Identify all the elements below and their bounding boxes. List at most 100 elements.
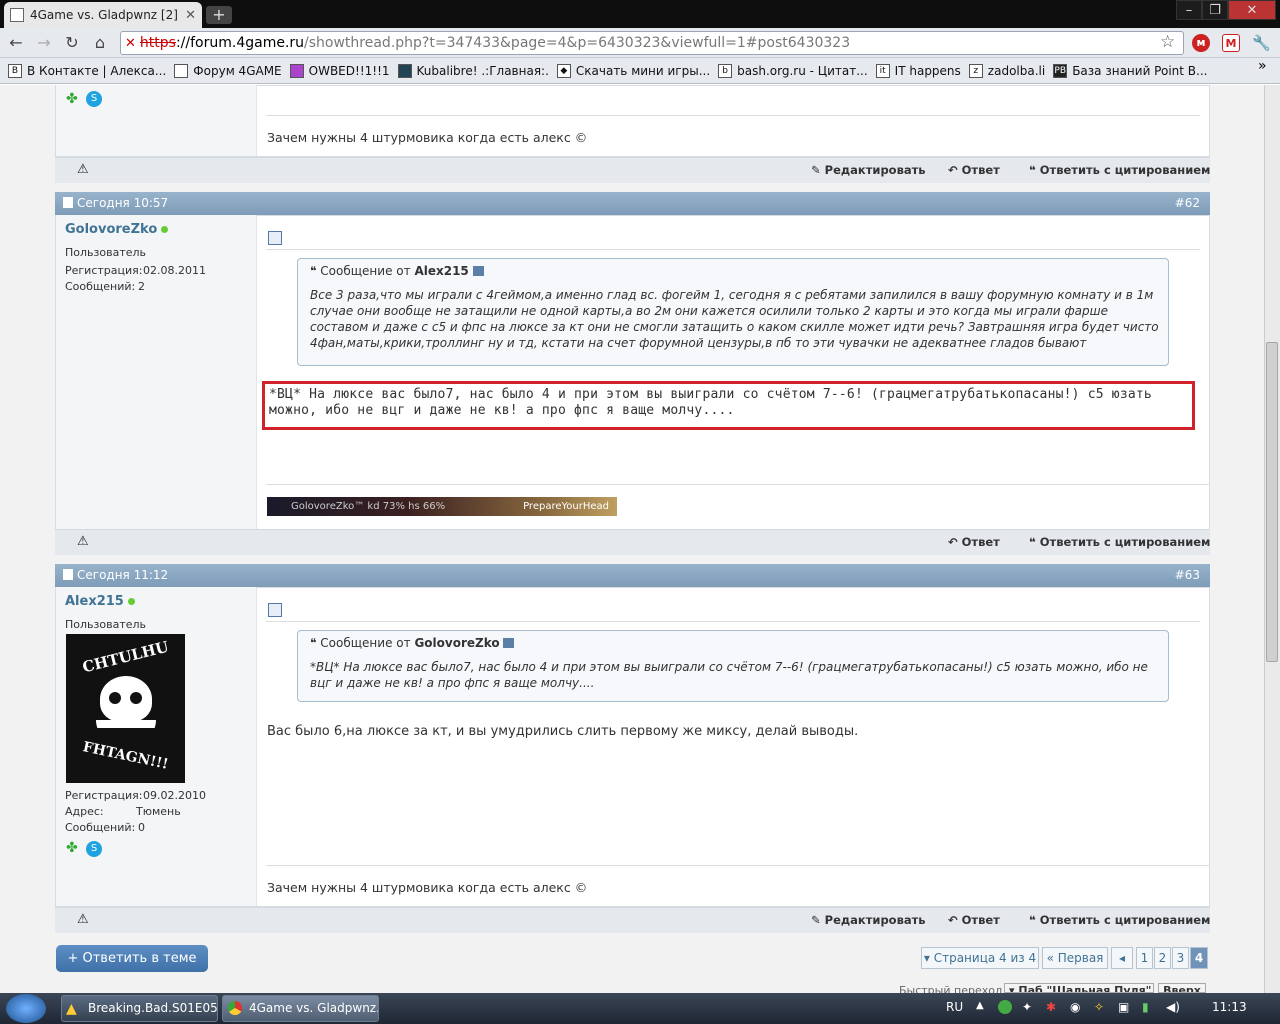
- address-value: Тюмень: [136, 805, 181, 818]
- quote-reply-button[interactable]: ❝ Ответить с цитированием: [1029, 535, 1210, 549]
- close-tab-icon[interactable]: ✕: [185, 8, 196, 23]
- address-bar[interactable]: ✕ https ://forum.4game.ru /showthread.ph…: [120, 31, 1184, 55]
- avatar[interactable]: CHTULHU FHTAGN!!!: [66, 634, 185, 783]
- tab-forum[interactable]: 4Game vs. Gladpwnz [2] - C ✕: [4, 2, 202, 28]
- network-icon[interactable]: ▮: [1142, 1000, 1149, 1014]
- post-sidebar: [56, 215, 257, 529]
- edit-button[interactable]: ✎ Редактировать: [811, 913, 926, 927]
- more-bookmarks-icon[interactable]: »: [1258, 58, 1267, 74]
- new-tab-button[interactable]: +: [206, 6, 232, 24]
- page-link[interactable]: 2: [1154, 947, 1171, 969]
- bookmark-item[interactable]: b bash.org.ru - Цитат...: [718, 63, 868, 78]
- taskbar-item-active[interactable]: 4Game vs. Gladpwnz...: [222, 995, 379, 1022]
- volume-icon[interactable]: ◀): [1166, 1000, 1180, 1014]
- reload-icon[interactable]: ↻: [61, 32, 83, 54]
- tray-icon[interactable]: ✱: [1046, 1000, 1056, 1014]
- report-warning-icon[interactable]: ⚠: [77, 162, 89, 177]
- bookmark-item[interactable]: ◆ Скачать мини игры...: [556, 63, 710, 78]
- quick-nav-select[interactable]: ▾ Паб "Шальная Пуля": [1004, 983, 1154, 993]
- page-icon: [174, 63, 189, 78]
- edit-label: Редактировать: [824, 913, 926, 927]
- utorrent-icon[interactable]: [998, 1000, 1012, 1014]
- post-title-divider: [266, 249, 1200, 250]
- maximize-button[interactable]: ❐: [1202, 0, 1228, 20]
- page-icon: [10, 8, 24, 22]
- go-top-button[interactable]: Вверх: [1158, 983, 1206, 993]
- tray-expand-icon[interactable]: ▲: [976, 1000, 984, 1011]
- bookmark-item[interactable]: OWBED!!1!!1: [289, 63, 390, 78]
- quote-reply-button[interactable]: ❝ Ответить с цитированием: [1029, 913, 1210, 927]
- url-path: /showthread.php?t=347433&page=4&p=643032…: [304, 35, 851, 51]
- report-warning-icon[interactable]: ⚠: [77, 912, 89, 927]
- page-menu[interactable]: ▾ Страница 4 из 4: [921, 947, 1039, 969]
- prev-page-icon[interactable]: ◂: [1111, 947, 1133, 969]
- reply-thread-button[interactable]: + Ответить в теме: [56, 945, 208, 972]
- home-icon[interactable]: ⌂: [89, 32, 111, 54]
- tray-icon[interactable]: ▣: [1118, 1000, 1129, 1014]
- bookmark-item[interactable]: PB База знаний Point B...: [1053, 63, 1208, 78]
- view-post-icon[interactable]: [472, 266, 484, 276]
- bookmark-item[interactable]: z zadolba.li: [968, 63, 1045, 78]
- page-link[interactable]: 3: [1172, 947, 1189, 969]
- username-link[interactable]: Alex215: [65, 594, 135, 609]
- start-button[interactable]: [6, 994, 46, 1023]
- post-icon: [63, 197, 73, 208]
- bookmark-star-icon[interactable]: ☆: [1160, 32, 1175, 52]
- gmail-icon[interactable]: M: [1222, 34, 1240, 52]
- clover-icon: ✤: [66, 91, 78, 107]
- insecure-lock-icon: ✕: [125, 35, 136, 51]
- bookmark-label: База знаний Point B...: [1072, 63, 1208, 78]
- first-page-link[interactable]: « Первая: [1042, 947, 1108, 969]
- edit-button[interactable]: ✎ Редактировать: [811, 163, 926, 177]
- skype-icon[interactable]: S: [86, 841, 102, 857]
- bookmark-item[interactable]: Форум 4GAME: [174, 63, 282, 78]
- back-icon[interactable]: ←: [5, 32, 27, 54]
- clock[interactable]: 11:13: [1212, 1000, 1247, 1014]
- skype-icon[interactable]: S: [86, 91, 102, 107]
- reply-button[interactable]: ↶ Ответ: [948, 535, 1000, 549]
- reply-button[interactable]: ↶ Ответ: [948, 913, 1000, 927]
- posts-label: Сообщений:: [65, 821, 136, 834]
- quote-header: ❝ Сообщение от Alex215: [310, 264, 484, 278]
- quote-reply-label: Ответить с цитированием: [1039, 913, 1211, 927]
- post-number-link[interactable]: #62: [1175, 192, 1200, 215]
- reg-label: Регистрация:: [65, 789, 143, 802]
- tab-title: 4Game vs. Gladpwnz [2] - C: [30, 8, 179, 22]
- username: GolovoreZko: [65, 222, 158, 237]
- page-link[interactable]: 1: [1136, 947, 1153, 969]
- quote-block: ❝ Сообщение от Alex215 Все 3 раза,что мы…: [297, 258, 1169, 366]
- bookmark-item[interactable]: Kubalibre! .:Главная:.: [397, 63, 549, 78]
- view-post-icon[interactable]: [503, 638, 515, 648]
- bookmark-item[interactable]: B В Контакте | Алекса...: [8, 63, 167, 78]
- page-link-current[interactable]: 4: [1190, 947, 1208, 969]
- url-host: ://forum.4game.ru: [175, 35, 305, 51]
- bookmark-label: В Контакте | Алекса...: [27, 63, 167, 78]
- post-number-link[interactable]: #63: [1175, 564, 1200, 587]
- tray-icon[interactable]: ◉: [1070, 1000, 1080, 1014]
- close-window-button[interactable]: ✕: [1228, 0, 1276, 20]
- scrollbar-thumb[interactable]: [1266, 342, 1278, 662]
- minimize-button[interactable]: –: [1176, 0, 1202, 20]
- document-icon: [268, 603, 282, 617]
- quote-reply-button[interactable]: ❝ Ответить с цитированием: [1029, 163, 1210, 177]
- bookmark-item[interactable]: it IT happens: [875, 63, 961, 78]
- page-info: Страница 4 из 4: [933, 951, 1037, 965]
- post-body: Вас было 6,на люксе за кт, и вы умудрили…: [267, 724, 859, 739]
- username-link[interactable]: GolovoreZko: [65, 222, 169, 237]
- bookmark-label: bash.org.ru - Цитат...: [737, 63, 868, 78]
- post-body-highlighted: *ВЦ* На люксе вас было7, нас было 4 и пр…: [262, 381, 1195, 430]
- report-warning-icon[interactable]: ⚠: [77, 534, 89, 549]
- tentacles: [96, 720, 156, 744]
- taskbar-item[interactable]: Breaking.Bad.S01E05....: [61, 995, 218, 1022]
- tray-icon[interactable]: ✦: [1022, 1000, 1032, 1014]
- signature-divider: [266, 115, 1200, 116]
- first-page-label: Первая: [1057, 951, 1104, 965]
- extension-icon[interactable]: м: [1192, 34, 1210, 52]
- zadolba-icon: z: [968, 63, 983, 78]
- forward-icon[interactable]: →: [33, 32, 55, 54]
- language-indicator[interactable]: RU: [946, 1000, 963, 1014]
- reply-button[interactable]: ↶ Ответ: [948, 163, 1000, 177]
- clover-icon: ✤: [66, 840, 78, 856]
- tray-icon[interactable]: ✧: [1094, 1000, 1104, 1014]
- wrench-icon[interactable]: 🔧: [1252, 34, 1271, 52]
